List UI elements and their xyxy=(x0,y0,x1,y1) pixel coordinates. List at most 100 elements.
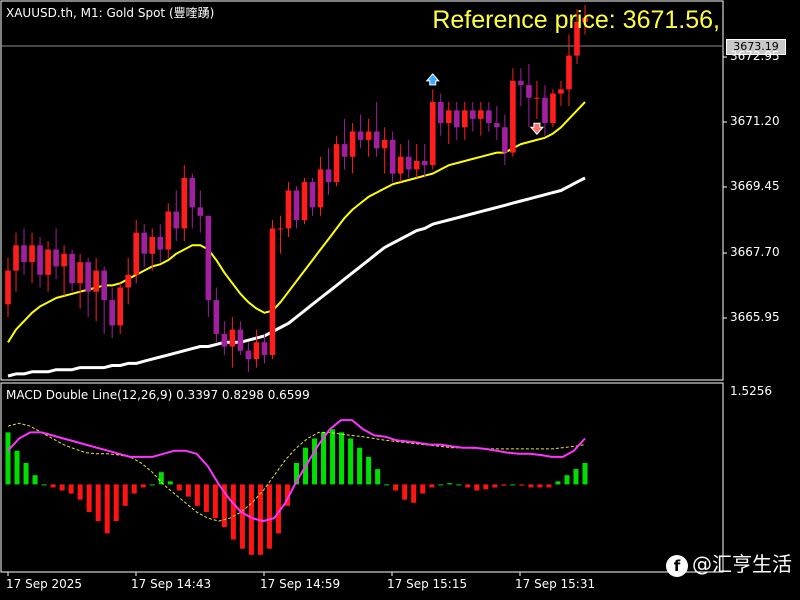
candle-body xyxy=(494,123,500,128)
macd-histogram-bar xyxy=(492,484,498,488)
macd-histogram-bar xyxy=(194,484,200,506)
candle-body xyxy=(341,144,348,157)
candle-body xyxy=(453,110,460,128)
candle-body xyxy=(389,139,396,174)
time-tick: 17 Sep 15:31 xyxy=(515,577,596,591)
macd-histogram-bar xyxy=(149,484,155,486)
macd-histogram-bar xyxy=(41,484,47,486)
buy-arrow-icon xyxy=(425,73,440,86)
macd-panel[interactable] xyxy=(5,419,588,555)
macd-histogram-bar xyxy=(510,484,516,486)
candle-body xyxy=(285,190,292,229)
price-panel[interactable] xyxy=(5,5,588,378)
candle-body xyxy=(397,156,404,174)
candle-body xyxy=(157,236,164,250)
candle-body xyxy=(181,177,188,229)
candle-body xyxy=(213,300,220,334)
macd-histogram-bar xyxy=(573,469,579,485)
macd-histogram-bar xyxy=(483,484,489,490)
candle-body xyxy=(429,101,436,166)
candle-body xyxy=(125,274,132,288)
macd-histogram-bar xyxy=(68,484,74,494)
candle-body xyxy=(301,182,308,221)
symbol-title: XAUUSD.th, M1: Gold Spot (豐喹踴) xyxy=(6,6,215,20)
macd-histogram-bar xyxy=(348,438,354,485)
macd-histogram-bar xyxy=(203,484,209,512)
candle-body xyxy=(445,110,452,124)
price-tick: 3672.95 xyxy=(730,49,780,63)
candle-body xyxy=(253,342,260,360)
candle-body xyxy=(558,89,564,94)
macd-histogram-bar xyxy=(32,475,38,485)
macd-histogram-bar xyxy=(357,447,363,485)
candle-body xyxy=(317,169,324,208)
candle-body xyxy=(421,160,428,166)
macd-histogram-bar xyxy=(131,484,137,494)
price-tick: 3671.20 xyxy=(730,114,780,128)
macd-histogram-bar xyxy=(429,484,435,488)
macd-histogram-bar xyxy=(555,481,561,485)
candle-body xyxy=(141,232,148,254)
candle-body xyxy=(269,228,276,355)
price-tick: 3669.45 xyxy=(730,179,780,193)
candle-body xyxy=(149,236,156,254)
macd-histogram-bar xyxy=(393,484,399,491)
macd-histogram-bar xyxy=(438,484,444,486)
candle-body xyxy=(566,55,572,90)
macd-top-tick: 1.5256 xyxy=(730,384,772,398)
macd-histogram-bar xyxy=(474,484,480,491)
candle-body xyxy=(461,110,468,128)
candle-body xyxy=(85,262,91,292)
macd-histogram-bar xyxy=(104,484,110,534)
macd-histogram-bar xyxy=(86,484,92,512)
macd-histogram-bar xyxy=(113,484,119,522)
candle-body xyxy=(5,270,11,305)
macd-histogram-bar xyxy=(5,432,11,485)
macd-histogram-bar xyxy=(339,432,345,485)
macd-histogram-bar xyxy=(411,484,417,503)
brand-icon: f xyxy=(666,554,688,577)
macd-histogram-bar xyxy=(122,484,128,506)
macd-histogram-bar xyxy=(50,484,56,488)
candle-body xyxy=(117,287,123,326)
candle-body xyxy=(325,169,332,183)
candle-body xyxy=(365,131,372,140)
macd-histogram-bar xyxy=(564,475,570,485)
candle-body xyxy=(502,127,508,153)
price-panel-border xyxy=(0,0,724,381)
candle-body xyxy=(510,80,516,153)
macd-histogram-bar xyxy=(95,484,101,522)
candle-body xyxy=(373,131,380,149)
macd-histogram-bar xyxy=(519,484,525,486)
macd-histogram-bar xyxy=(312,438,318,485)
candle-body xyxy=(133,232,140,275)
candle-body xyxy=(470,110,476,119)
candle-body xyxy=(221,333,228,347)
candle-body xyxy=(45,249,51,275)
candle-body xyxy=(165,211,172,250)
candle-body xyxy=(349,131,356,157)
candle-body xyxy=(309,182,316,208)
candle-body xyxy=(21,245,27,263)
candle-body xyxy=(29,245,35,263)
macd-histogram-bar xyxy=(528,484,534,488)
reference-price-label: Reference price: 3671.56, xyxy=(432,6,720,34)
macd-histogram-bar xyxy=(212,484,218,519)
candle-body xyxy=(518,80,524,86)
macd-histogram-bar xyxy=(266,484,272,549)
macd-indicator-label: MACD Double Line(12,26,9) 0.3397 0.8298 … xyxy=(6,388,310,402)
candle-body xyxy=(526,85,532,98)
macd-histogram-bar xyxy=(77,484,83,500)
candle-body xyxy=(69,253,75,284)
candle-body xyxy=(13,245,19,271)
macd-histogram-bar xyxy=(537,484,543,488)
macd-histogram-bar xyxy=(248,484,254,555)
candle-body xyxy=(237,329,244,351)
macd-histogram-bar xyxy=(230,484,236,540)
watermark: f @汇亨生活 xyxy=(666,548,792,577)
candle-body xyxy=(197,207,204,216)
candle-body xyxy=(93,270,99,292)
candle-body xyxy=(229,329,236,347)
price-tick: 3665.95 xyxy=(730,310,780,324)
macd-histogram-bar xyxy=(239,484,245,549)
